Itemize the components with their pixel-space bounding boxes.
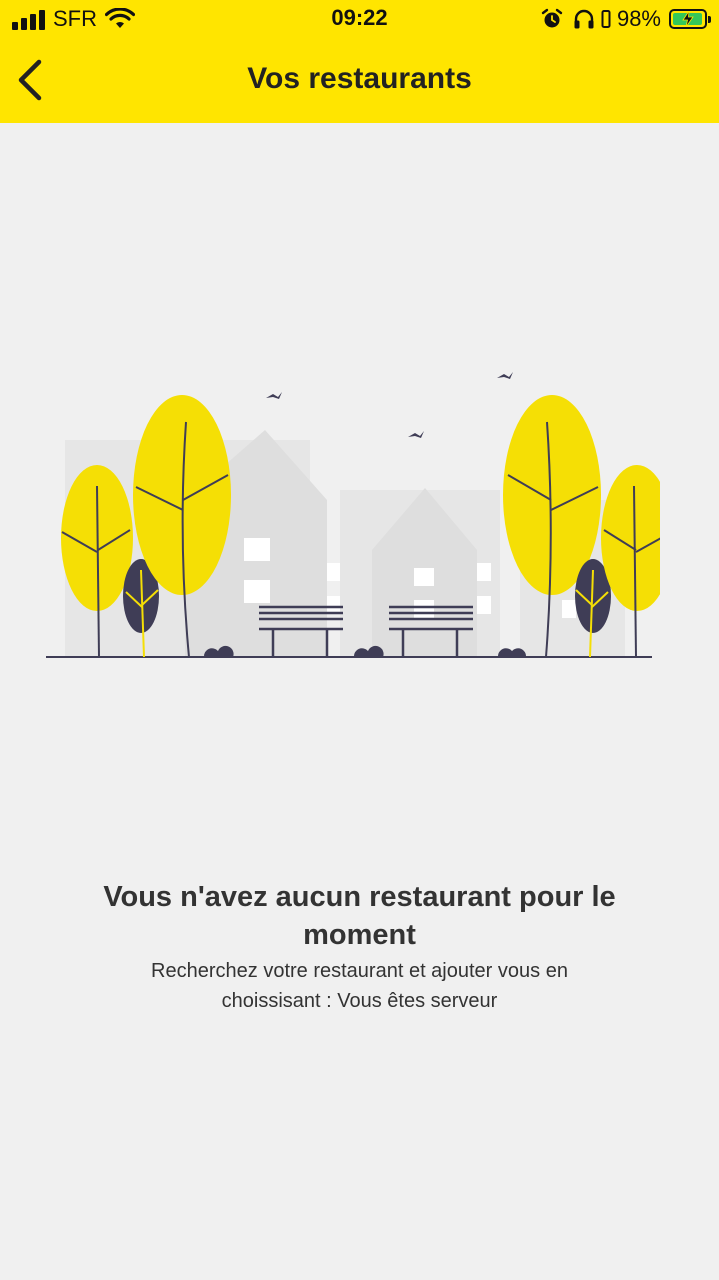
battery-tip (708, 16, 711, 23)
charging-bolt-icon (682, 11, 694, 27)
empty-state-subtitle: Recherchez votre restaurant et ajouter v… (151, 960, 568, 1012)
page-title: Vos restaurants (247, 62, 472, 95)
headphones-icon (574, 9, 594, 29)
orientation-lock-icon (601, 10, 611, 28)
app-header: SFR 09:22 98% Vos restaurants (0, 0, 719, 123)
battery-percent: 98% (616, 6, 661, 31)
battery-icon (669, 9, 711, 29)
alarm-icon (541, 8, 563, 28)
empty-park-illustration (46, 372, 660, 658)
status-bar: SFR 09:22 98% (0, 0, 719, 40)
empty-state-title: Vous n'avez aucun restaurant pour le mom… (103, 881, 616, 951)
birds (266, 372, 513, 438)
status-right: 98% (541, 6, 711, 32)
